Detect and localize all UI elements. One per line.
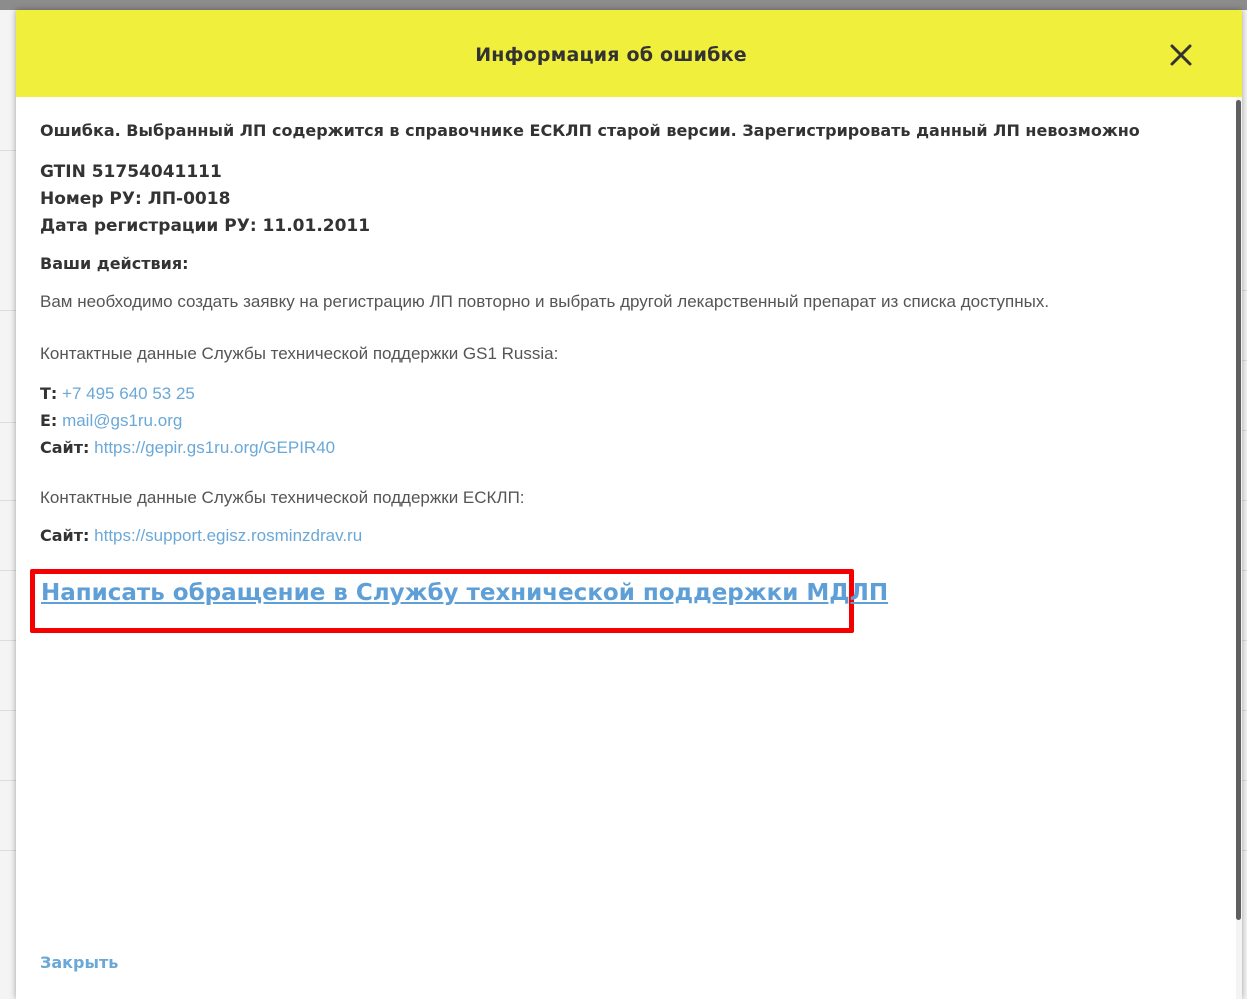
mdlp-support-link[interactable]: Написать обращение в Службу технической …: [41, 580, 888, 606]
close-button[interactable]: Закрыть: [40, 953, 118, 972]
ru-date: Дата регистрации РУ: 11.01.2011: [40, 216, 371, 236]
error-dialog: Информация об ошибке Ошибка. Выбранный Л…: [16, 10, 1242, 999]
phone-link[interactable]: +7 495 640 53 25: [62, 384, 195, 403]
site-label: Сайт:: [40, 526, 90, 545]
esklp-contacts: Сайт: https://support.egisz.rosminzdrav.…: [40, 522, 1230, 549]
gtin-value: GTIN 51754041111: [40, 162, 222, 182]
background-top-bar: [0, 0, 1247, 10]
email-link[interactable]: mail@gs1ru.org: [62, 411, 182, 430]
dialog-title: Информация об ошибке: [475, 44, 747, 66]
ru-number: Номер РУ: ЛП-0018: [40, 189, 231, 209]
esklp-site-row: Сайт: https://support.egisz.rosminzdrav.…: [40, 522, 1230, 549]
gs1-site-link[interactable]: https://gepir.gs1ru.org/GEPIR40: [94, 438, 335, 457]
gs1-contacts: Т: +7 495 640 53 25 E: mail@gs1ru.org Са…: [40, 380, 1230, 461]
error-details: GTIN 51754041111 Номер РУ: ЛП-0018 Дата …: [40, 159, 1230, 240]
gs1-phone-row: Т: +7 495 640 53 25: [40, 380, 1230, 407]
site-label: Сайт:: [40, 438, 90, 457]
esklp-support-heading: Контактные данные Службы технической под…: [40, 488, 525, 507]
gs1-site-row: Сайт: https://gepir.gs1ru.org/GEPIR40: [40, 434, 1230, 461]
gs1-support-heading: Контактные данные Службы технической под…: [40, 344, 559, 363]
actions-title: Ваши действия:: [40, 254, 189, 273]
gs1-email-row: E: mail@gs1ru.org: [40, 407, 1230, 434]
dialog-content: Ошибка. Выбранный ЛП содержится в справо…: [40, 120, 1230, 549]
scrollbar-thumb[interactable]: [1236, 100, 1241, 920]
error-message: Ошибка. Выбранный ЛП содержится в справо…: [40, 121, 1140, 140]
dialog-header: Информация об ошибке: [16, 10, 1242, 97]
email-label: E:: [40, 411, 58, 430]
esklp-site-link[interactable]: https://support.egisz.rosminzdrav.ru: [94, 526, 362, 545]
phone-label: Т:: [40, 384, 58, 403]
actions-text: Вам необходимо создать заявку на регистр…: [40, 292, 1050, 311]
background-left-edge: [0, 10, 16, 999]
close-icon[interactable]: [1166, 40, 1196, 70]
